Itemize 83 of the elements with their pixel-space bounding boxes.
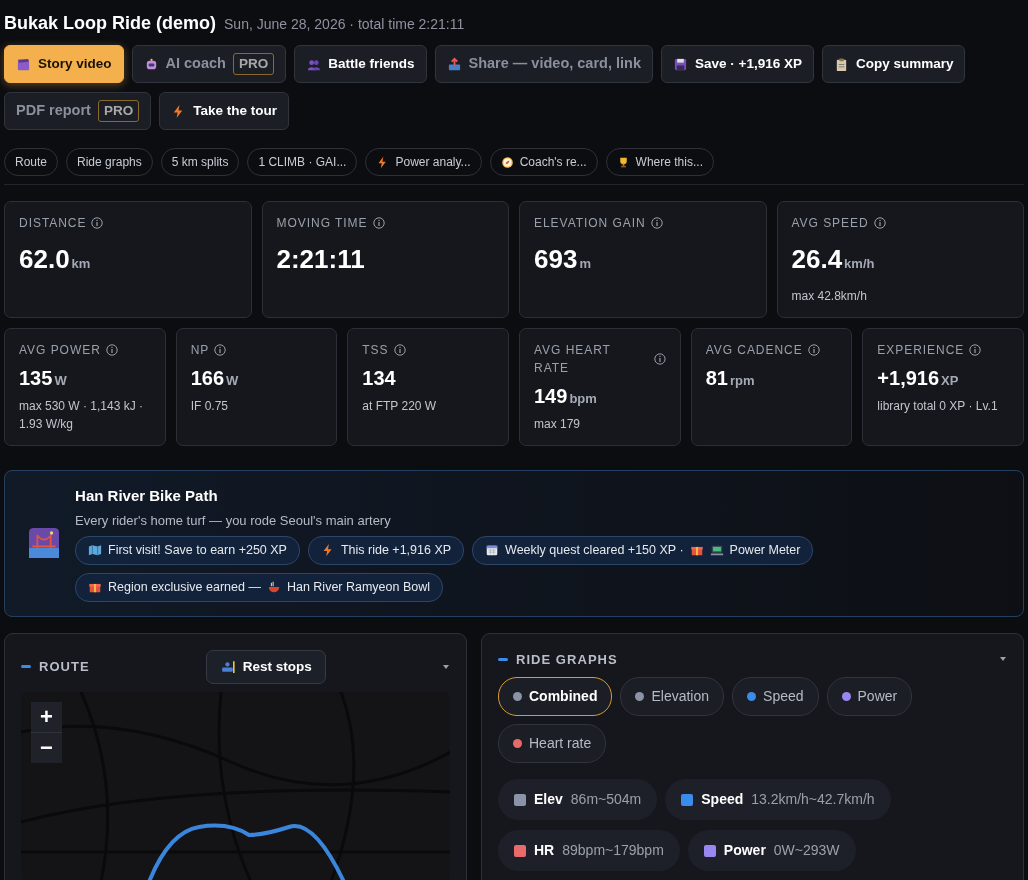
info-icon bbox=[214, 344, 227, 356]
stat-label: AVG CADENCE bbox=[705, 342, 803, 359]
reward-pill: First visit! Save to earn +250 XP bbox=[75, 536, 300, 565]
caret-icon[interactable] bbox=[999, 656, 1007, 663]
map-icon bbox=[88, 543, 103, 558]
stat-label: ELEVATION GAIN bbox=[534, 215, 646, 232]
action-button[interactable]: Copy summary bbox=[821, 45, 966, 83]
action-button[interactable]: Story video bbox=[4, 45, 124, 83]
stat-value: 135 bbox=[19, 367, 53, 389]
stat-unit: XP bbox=[941, 373, 959, 388]
stat-detail: at FTP 220 W bbox=[362, 398, 438, 415]
legend-item: Elev 86m~504m bbox=[498, 779, 658, 820]
stat-detail: max 42.8km/h bbox=[791, 288, 868, 305]
stat-value: 149 bbox=[534, 385, 568, 407]
stat-label: DISTANCE bbox=[19, 215, 87, 232]
info-icon bbox=[969, 344, 982, 356]
stat-unit: W bbox=[226, 373, 239, 388]
info-icon bbox=[807, 344, 820, 356]
graph-mode-chip[interactable]: Speed bbox=[732, 677, 819, 716]
info-icon bbox=[393, 344, 406, 356]
stat-value: 2:21:11 bbox=[276, 244, 365, 274]
stat-detail: library total 0 XP · Lv.1 bbox=[877, 398, 999, 415]
stat-value: +1,916 bbox=[877, 367, 940, 389]
info-icon bbox=[873, 217, 886, 229]
film-icon bbox=[16, 56, 31, 72]
calendar-icon bbox=[485, 543, 500, 558]
legend-item: HR 89bpm~179bpm bbox=[498, 830, 680, 871]
legend-item: Speed 13.2km/h~42.7km/h bbox=[665, 779, 891, 820]
info-icon bbox=[372, 217, 385, 229]
stat-unit: W bbox=[54, 373, 67, 388]
rest-stops-button[interactable]: Rest stops bbox=[205, 649, 326, 684]
stat-value: 693 bbox=[534, 244, 578, 274]
stat-detail: max 179 bbox=[534, 416, 582, 433]
stat-value: 134 bbox=[362, 367, 396, 389]
stat-label: EXPERIENCE bbox=[877, 342, 965, 359]
info-icon bbox=[650, 217, 663, 229]
action-button[interactable]: Save · +1,916 XP bbox=[660, 45, 814, 83]
computer-icon bbox=[709, 543, 724, 558]
caret-icon[interactable] bbox=[442, 663, 450, 670]
stat-detail: max 530 W · 1,143 kJ · 1.93 W/kg bbox=[19, 398, 145, 433]
stat-detail: IF 0.75 bbox=[190, 398, 229, 415]
stat-label: TSS bbox=[362, 342, 389, 359]
action-button[interactable]: Share — video, card, link bbox=[434, 45, 653, 83]
reward-pill: This ride +1,916 XP bbox=[307, 536, 465, 565]
stat-label: AVG HEART RATE bbox=[534, 342, 612, 377]
bench-icon bbox=[219, 658, 237, 676]
legend-item: Power 0W~293W bbox=[687, 830, 856, 871]
stat-unit: m bbox=[579, 256, 591, 271]
graph-mode-chip[interactable]: Heart rate bbox=[498, 724, 607, 763]
stat-label: AVG SPEED bbox=[791, 215, 869, 232]
stat-unit: bpm bbox=[569, 391, 597, 406]
graph-mode-chip[interactable]: Combined bbox=[498, 677, 613, 716]
info-icon bbox=[653, 353, 666, 365]
stat-value: 166 bbox=[190, 367, 225, 389]
stat-label: MOVING TIME bbox=[276, 215, 368, 232]
map[interactable]: + − bbox=[21, 691, 450, 880]
stat-label: AVG POWER bbox=[19, 342, 101, 359]
panel-heading: RIDE GRAPHS bbox=[516, 650, 618, 669]
reward-pill: Region exclusive earned — Han River Ramyeon Bowl bbox=[75, 572, 444, 602]
stat-unit: km bbox=[71, 256, 91, 271]
region-title: Han River Bike Path bbox=[75, 486, 219, 506]
compass-icon bbox=[500, 155, 514, 169]
stat-value: 81 bbox=[705, 367, 728, 389]
info-icon bbox=[105, 344, 118, 356]
action-button[interactable]: Take the tour bbox=[159, 92, 289, 130]
ride-title: Bukak Loop Ride (demo) bbox=[4, 12, 216, 35]
tray-icon bbox=[446, 56, 462, 72]
action-button[interactable]: AI coach PRO bbox=[131, 45, 287, 83]
graph-mode-chip[interactable]: Power bbox=[826, 677, 913, 716]
ride-date-and-time: Sun, June 28, 2026 · total time 2:21:11 bbox=[224, 15, 465, 34]
action-button[interactable]: Battle friends bbox=[294, 45, 427, 83]
stat-value: 62.0 bbox=[19, 244, 70, 274]
region-subtitle: Every rider's home turf — you rode Seoul's main artery bbox=[75, 511, 392, 530]
info-icon bbox=[91, 217, 104, 229]
panel-heading: ROUTE bbox=[39, 657, 90, 676]
noodle-bowl-icon bbox=[266, 580, 281, 595]
stat-value: 26.4 bbox=[791, 244, 843, 274]
stat-unit: km/h bbox=[844, 256, 875, 271]
stat-unit: rpm bbox=[729, 373, 755, 388]
action-button[interactable]: PDF report PRO bbox=[4, 92, 152, 130]
stat-label: NP bbox=[190, 342, 210, 359]
graph-mode-chip[interactable]: Elevation bbox=[620, 677, 725, 716]
reward-pill: Weekly quest cleared +150 XP · Power Meter bbox=[472, 536, 814, 565]
